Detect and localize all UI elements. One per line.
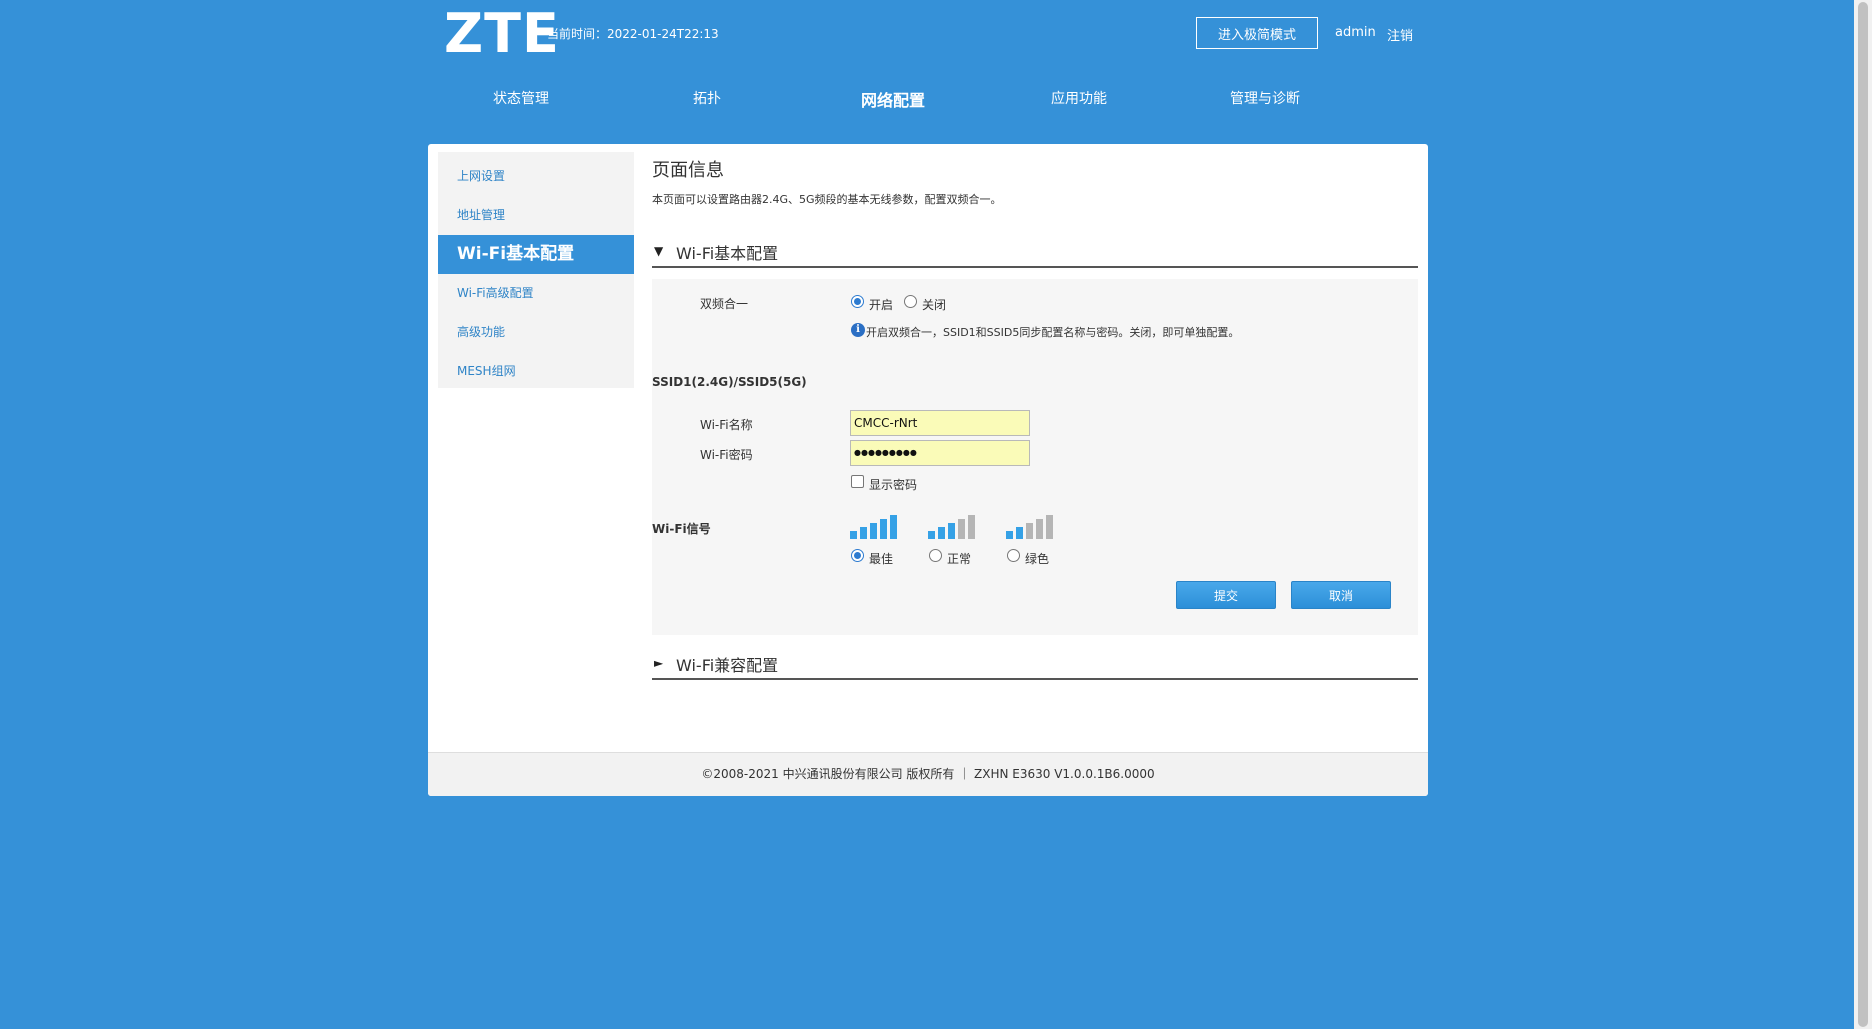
dual-band-on-radio[interactable]	[851, 295, 864, 308]
sidebar-item-internet-settings[interactable]: 上网设置	[438, 157, 634, 196]
collapse-arrow-icon: ►	[654, 656, 664, 670]
signal-green-label: 绿色	[1025, 552, 1050, 566]
sidebar-item-advanced-functions[interactable]: 高级功能	[438, 313, 634, 352]
wifi-name-label: Wi-Fi名称	[700, 418, 753, 432]
signal-strength-best-icon	[850, 515, 897, 539]
dual-band-info-text: 开启双频合一，SSID1和SSID5同步配置名称与密码。关闭，即可单独配置。	[866, 326, 1240, 339]
sidebar-item-wifi-basic[interactable]: Wi-Fi基本配置	[438, 235, 634, 274]
signal-best-label: 最佳	[869, 552, 894, 566]
signal-normal-label: 正常	[947, 552, 972, 566]
signal-strength-green-icon	[1006, 515, 1053, 539]
expand-arrow-icon: ▼	[654, 244, 664, 258]
show-password-checkbox[interactable]	[851, 475, 864, 488]
signal-strength-normal-icon	[928, 515, 975, 539]
nav-management-diagnosis[interactable]: 管理与诊断	[1230, 88, 1300, 108]
sidebar-item-address-management[interactable]: 地址管理	[438, 196, 634, 235]
nav-status-management[interactable]: 状态管理	[493, 88, 549, 108]
logout-link[interactable]: 注销	[1387, 25, 1413, 44]
cancel-button[interactable]: 取消	[1291, 581, 1391, 609]
info-icon: i	[851, 323, 865, 337]
scrollbar-thumb[interactable]	[1858, 2, 1868, 1027]
signal-best-radio[interactable]	[851, 549, 864, 562]
wifi-name-input[interactable]: CMCC-rNrt	[850, 410, 1030, 436]
wifi-password-label: Wi-Fi密码	[700, 448, 753, 462]
wifi-basic-form: 双频合一 开启 关闭 i 开启双频合一，SSID1和SSID5同步配置名称与密码…	[652, 279, 1418, 635]
wifi-signal-label: Wi-Fi信号	[652, 522, 711, 536]
sidebar-item-wifi-advanced[interactable]: Wi-Fi高级配置	[438, 274, 634, 313]
dual-band-on-label: 开启	[869, 298, 894, 312]
page-description: 本页面可以设置路由器2.4G、5G频段的基本无线参数，配置双频合一。	[652, 193, 1002, 206]
page-scrollbar[interactable]	[1854, 0, 1872, 1029]
sidebar-item-mesh[interactable]: MESH组网	[438, 352, 634, 391]
signal-green-radio[interactable]	[1007, 549, 1020, 562]
main-panel: 上网设置 地址管理 Wi-Fi基本配置 Wi-Fi高级配置 高级功能 MESH组…	[428, 144, 1428, 796]
footer: ©2008-2021 中兴通讯股份有限公司 版权所有 ｜ ZXHN E3630 …	[428, 752, 1428, 796]
zte-logo: ZTE	[444, 2, 560, 65]
main-nav: 状态管理 拓扑 网络配置 应用功能 管理与诊断	[0, 88, 1872, 114]
section-title: Wi-Fi兼容配置	[676, 656, 779, 675]
username: admin	[1335, 25, 1376, 40]
dual-band-label: 双频合一	[700, 297, 749, 311]
nav-topology[interactable]: 拓扑	[693, 88, 721, 108]
show-password-label: 显示密码	[869, 478, 918, 492]
section-title: Wi-Fi基本配置	[676, 244, 779, 263]
simple-mode-button[interactable]: 进入极简模式	[1196, 17, 1318, 49]
current-time: 当前时间：2022-01-24T22:13	[547, 27, 719, 41]
page-title: 页面信息	[652, 160, 724, 181]
dual-band-off-radio[interactable]	[904, 295, 917, 308]
signal-normal-radio[interactable]	[929, 549, 942, 562]
section-header-wifi-compat[interactable]: ► Wi-Fi兼容配置	[652, 644, 1418, 680]
wifi-password-input[interactable]: ●●●●●●●●●	[850, 440, 1030, 466]
nav-applications[interactable]: 应用功能	[1051, 88, 1107, 108]
section-header-wifi-basic[interactable]: ▼ Wi-Fi基本配置	[652, 232, 1418, 268]
ssid-heading: SSID1(2.4G)/SSID5(5G)	[652, 375, 807, 389]
sidebar: 上网设置 地址管理 Wi-Fi基本配置 Wi-Fi高级配置 高级功能 MESH组…	[438, 152, 634, 388]
submit-button[interactable]: 提交	[1176, 581, 1276, 609]
nav-network-config[interactable]: 网络配置	[861, 87, 925, 111]
dual-band-off-label: 关闭	[922, 298, 947, 312]
